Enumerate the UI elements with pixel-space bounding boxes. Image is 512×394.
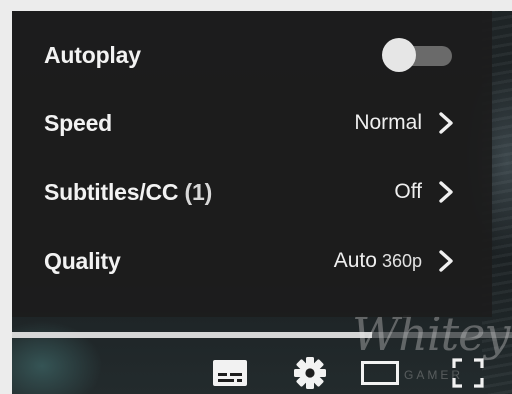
- quality-label: Quality: [44, 247, 121, 274]
- subtitles-button[interactable]: [210, 357, 250, 389]
- subtitles-label: Subtitles/CC: [44, 178, 179, 205]
- gear-icon: [294, 357, 326, 389]
- video-player[interactable]: Whitey GAMER Autoplay Speed Normal Subti…: [12, 11, 512, 394]
- progress-bar[interactable]: [12, 332, 512, 338]
- quality-value: Auto: [333, 249, 377, 272]
- subtitles-icon: [213, 360, 247, 386]
- chevron-right-icon: [439, 250, 453, 272]
- menu-item-subtitles[interactable]: Subtitles/CC (1) Off: [12, 162, 492, 222]
- subtitles-value: Off: [394, 180, 422, 203]
- menu-item-autoplay[interactable]: Autoplay: [12, 25, 492, 85]
- settings-button[interactable]: [290, 357, 330, 389]
- menu-item-speed[interactable]: Speed Normal: [12, 93, 492, 153]
- speed-value-group: Normal: [354, 111, 456, 135]
- quality-value-group: Auto 360p: [334, 249, 456, 273]
- autoplay-toggle[interactable]: [382, 38, 456, 72]
- progress-played: [12, 332, 372, 338]
- subtitles-track-count: (1): [184, 178, 213, 205]
- theater-mode-button[interactable]: [360, 357, 400, 389]
- speed-label: Speed: [44, 109, 113, 136]
- autoplay-label: Autoplay: [44, 41, 141, 68]
- quality-resolution: 360p: [381, 250, 422, 271]
- fullscreen-icon: [452, 358, 484, 388]
- menu-item-quality[interactable]: Quality Auto 360p: [12, 231, 492, 291]
- subtitles-label-group: Subtitles/CC (1): [44, 179, 212, 206]
- player-controls: [12, 349, 512, 394]
- settings-menu: Autoplay Speed Normal Subtitles/CC (1) O…: [12, 11, 492, 317]
- toggle-knob: [382, 38, 416, 72]
- chevron-right-icon: [439, 181, 453, 203]
- speed-value: Normal: [354, 111, 422, 134]
- fullscreen-button[interactable]: [448, 357, 488, 389]
- subtitles-value-group: Off: [394, 180, 456, 204]
- chevron-right-icon: [439, 112, 453, 134]
- theater-mode-icon: [361, 361, 399, 385]
